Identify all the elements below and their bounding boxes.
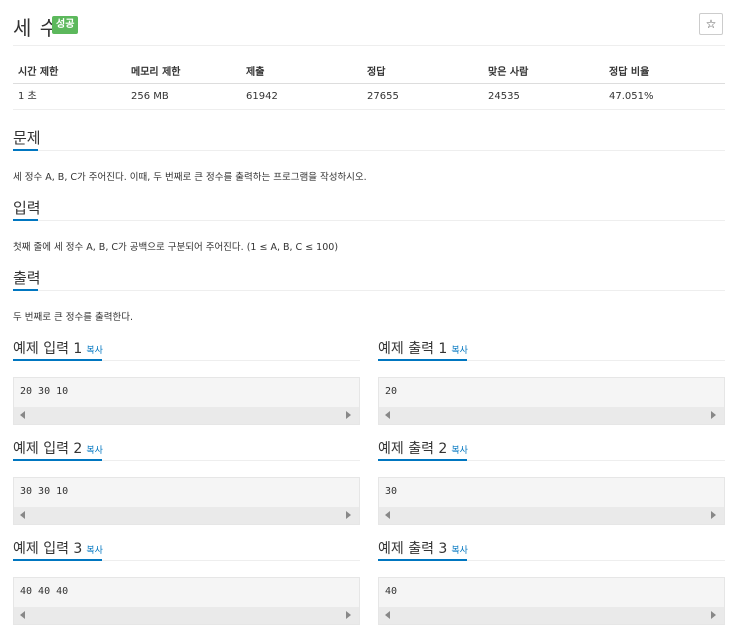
header-submissions: 제출 [246,67,265,78]
scroll-left-icon[interactable] [385,411,390,419]
sample-output-box[interactable]: 40 [378,577,725,625]
sample-input-code: 30 30 10 [20,486,69,497]
sample-output-title: 예제 출력 3 복사 [378,541,468,557]
scroll-right-icon[interactable] [711,411,716,419]
scroll-right-icon[interactable] [711,611,716,619]
table-bottom-divider [13,109,725,110]
scroll-right-icon[interactable] [346,611,351,619]
section-underline [13,459,102,461]
limits-table: 시간 제한 메모리 제한 제출 정답 맞은 사람 정답 비율 1 초 256 M… [13,62,725,108]
scroll-right-icon[interactable] [346,411,351,419]
copy-button[interactable]: 복사 [451,546,468,556]
sample-output-title: 예제 출력 1 복사 [378,341,468,357]
section-divider [13,290,725,291]
output-text: 두 번째로 큰 정수를 출력한다. [13,312,133,323]
sample-output-code: 20 [385,386,398,397]
copy-button[interactable]: 복사 [86,346,103,356]
copy-button[interactable]: 복사 [86,546,103,556]
value-memory-limit: 256 MB [131,91,169,102]
horizontal-scrollbar[interactable] [379,407,724,424]
input-text: 첫째 줄에 세 정수 A, B, C가 공백으로 구분되어 주어진다. (1 ≤… [13,242,339,253]
scroll-left-icon[interactable] [20,611,25,619]
section-divider [13,220,725,221]
value-solved-users: 24535 [488,91,520,102]
scroll-right-icon[interactable] [711,511,716,519]
sample-output-code: 40 [385,586,398,597]
sample-input-title: 예제 입력 3 복사 [13,541,103,557]
sample-input-box[interactable]: 20 30 10 [13,377,360,425]
sample-input-title: 예제 입력 1 복사 [13,341,103,357]
copy-button[interactable]: 복사 [451,446,468,456]
horizontal-scrollbar[interactable] [14,607,359,624]
header-memory-limit: 메모리 제한 [131,67,181,78]
sample-output-title: 예제 출력 2 복사 [378,441,468,457]
sample-output-box[interactable]: 20 [378,377,725,425]
star-icon: ☆ [705,17,717,31]
value-accepted: 27655 [367,91,399,102]
section-underline [13,359,102,361]
horizontal-scrollbar[interactable] [379,507,724,524]
star-button[interactable]: ☆ [699,13,723,35]
header-solved-users: 맞은 사람 [488,67,529,78]
scroll-left-icon[interactable] [20,511,25,519]
horizontal-scrollbar[interactable] [14,507,359,524]
scroll-left-icon[interactable] [385,511,390,519]
section-divider [13,150,725,151]
section-underline [378,459,467,461]
table-row: 1 초 256 MB 61942 27655 24535 47.051% [13,86,725,108]
section-underline [13,289,38,291]
sample-input-code: 20 30 10 [20,386,69,397]
value-submissions: 61942 [246,91,278,102]
scroll-left-icon[interactable] [20,411,25,419]
section-underline [378,359,467,361]
scroll-left-icon[interactable] [385,611,390,619]
section-underline [378,559,467,561]
scroll-right-icon[interactable] [346,511,351,519]
output-title: 출력 [13,269,41,287]
header-divider [13,45,725,46]
horizontal-scrollbar[interactable] [14,407,359,424]
section-underline [13,559,102,561]
sample-input-title: 예제 입력 2 복사 [13,441,103,457]
copy-button[interactable]: 복사 [451,346,468,356]
table-header-row: 시간 제한 메모리 제한 제출 정답 맞은 사람 정답 비율 [13,62,725,84]
sample-input-box[interactable]: 40 40 40 [13,577,360,625]
status-badge: 성공 [52,16,79,34]
value-ratio: 47.051% [609,91,654,102]
section-underline [13,219,38,221]
description-title: 문제 [13,129,41,147]
copy-button[interactable]: 복사 [86,446,103,456]
input-title: 입력 [13,199,41,217]
sample-output-code: 30 [385,486,398,497]
header-ratio: 정답 비율 [609,67,650,78]
table-header-divider [13,83,725,84]
sample-input-box[interactable]: 30 30 10 [13,477,360,525]
description-text: 세 정수 A, B, C가 주어진다. 이때, 두 번째로 큰 정수를 출력하는… [13,172,367,183]
value-time-limit: 1 초 [18,91,37,102]
header-accepted: 정답 [367,67,386,78]
sample-input-code: 40 40 40 [20,586,69,597]
header-time-limit: 시간 제한 [18,67,59,78]
horizontal-scrollbar[interactable] [379,607,724,624]
sample-output-box[interactable]: 30 [378,477,725,525]
section-underline [13,149,38,151]
